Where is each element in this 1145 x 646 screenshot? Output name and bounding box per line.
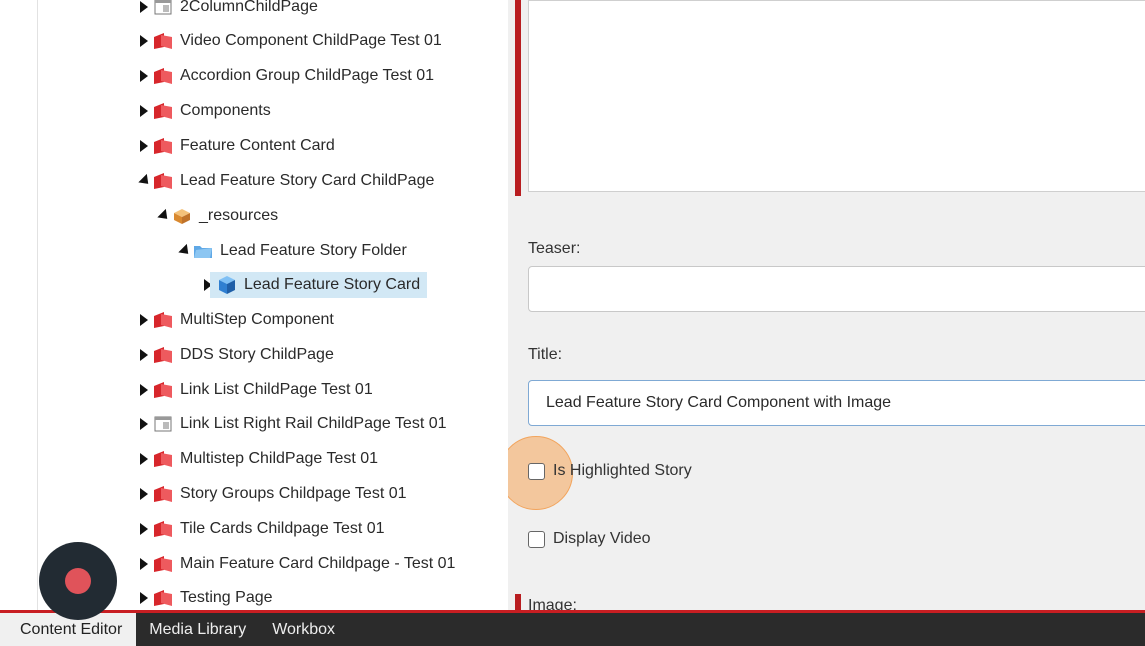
expand-arrow-icon[interactable] <box>135 132 153 160</box>
tree-item[interactable]: Multistep ChildPage Test 01 <box>135 445 378 473</box>
expand-arrow-icon[interactable] <box>135 515 153 543</box>
checkbox-box[interactable] <box>528 462 545 480</box>
collapse-arrow-icon[interactable] <box>135 167 153 195</box>
tree-item[interactable]: 2ColumnChildPage <box>135 0 318 21</box>
tree-item-label: Feature Content Card <box>180 137 335 154</box>
display-video-label: Display Video <box>553 530 651 547</box>
rich-text-field[interactable] <box>528 0 1145 192</box>
is-highlighted-story-checkbox[interactable]: Is Highlighted Story <box>528 462 692 480</box>
expand-arrow-icon[interactable] <box>135 62 153 90</box>
bottom-tab-bar: Content Editor Media Library Workbox <box>0 610 1145 646</box>
tree-item-label: Lead Feature Story Card <box>244 276 421 293</box>
red-bookmark-icon <box>153 310 173 330</box>
tree-item[interactable]: _resources <box>154 202 278 230</box>
tree-item-label: Accordion Group ChildPage Test 01 <box>180 67 435 84</box>
red-bookmark-icon <box>153 588 173 608</box>
expand-arrow-icon[interactable] <box>135 550 153 578</box>
tree-item-label: Story Groups Childpage Test 01 <box>180 485 407 502</box>
tree-item-label: MultiStep Component <box>180 311 334 328</box>
expand-arrow-icon[interactable] <box>135 306 153 334</box>
page-template-icon <box>153 414 173 434</box>
red-bookmark-icon <box>153 380 173 400</box>
tree-item[interactable]: Accordion Group ChildPage Test 01 <box>135 62 434 90</box>
checkbox-box[interactable] <box>528 530 545 548</box>
red-bookmark-icon <box>153 484 173 504</box>
tree-item-label: Testing Page <box>180 589 273 606</box>
tree-item-label: Main Feature Card Childpage - Test 01 <box>180 555 456 572</box>
cube-icon <box>217 275 237 295</box>
red-bookmark-icon <box>153 449 173 469</box>
tree-item[interactable]: Link List Right Rail ChildPage Test 01 <box>135 410 447 438</box>
tree-item-selected[interactable]: Lead Feature Story Card <box>199 271 428 299</box>
red-bookmark-icon <box>153 136 173 156</box>
expand-arrow-icon[interactable] <box>135 27 153 55</box>
page-template-icon <box>153 0 173 17</box>
tree-item[interactable]: Link List ChildPage Test 01 <box>135 376 373 404</box>
expand-arrow-icon[interactable] <box>135 0 153 21</box>
tree-item-label: Link List Right Rail ChildPage Test 01 <box>180 415 447 432</box>
record-button[interactable] <box>39 542 117 620</box>
red-bookmark-icon <box>153 171 173 191</box>
expand-arrow-icon[interactable] <box>135 410 153 438</box>
tree-item-label: _resources <box>199 207 279 224</box>
tree-item[interactable]: DDS Story ChildPage <box>135 341 334 369</box>
tree-item[interactable]: Video Component ChildPage Test 01 <box>135 27 442 55</box>
record-icon <box>65 568 91 594</box>
expand-arrow-icon[interactable] <box>135 480 153 508</box>
image-label: Image: <box>528 597 577 610</box>
tree-item[interactable]: Tile Cards Childpage Test 01 <box>135 515 385 543</box>
tree-item-label: Video Component ChildPage Test 01 <box>180 32 442 49</box>
is-highlighted-story-label: Is Highlighted Story <box>553 462 692 479</box>
expand-arrow-icon[interactable] <box>135 584 153 610</box>
expand-arrow-icon[interactable] <box>135 376 153 404</box>
red-bookmark-icon <box>153 31 173 51</box>
tree-item-label: 2ColumnChildPage <box>180 0 318 15</box>
content-tree: 2ColumnChildPage Video Component ChildPa… <box>0 0 508 610</box>
tree-item[interactable]: Lead Feature Story Folder <box>175 237 407 265</box>
tab-workbox[interactable]: Workbox <box>259 613 348 646</box>
tree-item-label: Link List ChildPage Test 01 <box>180 381 373 398</box>
teaser-label: Teaser: <box>528 240 581 257</box>
section-marker <box>515 0 521 196</box>
title-label: Title: <box>528 346 563 363</box>
tree-item[interactable]: Lead Feature Story Card ChildPage <box>135 167 434 195</box>
red-bookmark-icon <box>153 66 173 86</box>
section-marker <box>515 594 521 610</box>
red-bookmark-icon <box>153 554 173 574</box>
item-editor-panel: Teaser: Title: Lead Feature Story Card C… <box>508 0 1145 610</box>
tree-item-label: Components <box>180 102 271 119</box>
collapse-arrow-icon[interactable] <box>175 237 193 265</box>
red-bookmark-icon <box>153 345 173 365</box>
expand-arrow-icon[interactable] <box>135 445 153 473</box>
tree-item[interactable]: Testing Page <box>135 584 273 610</box>
expand-arrow-icon[interactable] <box>135 341 153 369</box>
tree-item-label: Multistep ChildPage Test 01 <box>180 450 379 467</box>
tree-item[interactable]: MultiStep Component <box>135 306 334 334</box>
display-video-checkbox[interactable]: Display Video <box>528 530 651 548</box>
teaser-input[interactable] <box>528 266 1145 312</box>
selected-item-highlight[interactable]: Lead Feature Story Card <box>210 272 428 298</box>
box-icon <box>172 206 192 226</box>
folder-icon <box>193 241 213 261</box>
tree-item-label: Tile Cards Childpage Test 01 <box>180 520 385 537</box>
tree-item-label: Lead Feature Story Card ChildPage <box>180 172 435 189</box>
red-bookmark-icon <box>153 519 173 539</box>
tab-media-library[interactable]: Media Library <box>136 613 259 646</box>
tree-guide-line <box>37 0 38 610</box>
tree-item[interactable]: Components <box>135 97 271 125</box>
tree-item[interactable]: Main Feature Card Childpage - Test 01 <box>135 550 455 578</box>
red-bookmark-icon <box>153 101 173 121</box>
tree-item[interactable]: Feature Content Card <box>135 132 335 160</box>
collapse-arrow-icon[interactable] <box>154 202 172 230</box>
tree-item[interactable]: Story Groups Childpage Test 01 <box>135 480 407 508</box>
tree-item-label: Lead Feature Story Folder <box>220 242 407 259</box>
expand-arrow-icon[interactable] <box>135 97 153 125</box>
title-input[interactable]: Lead Feature Story Card Component with I… <box>528 380 1145 426</box>
tree-item-label: DDS Story ChildPage <box>180 346 334 363</box>
